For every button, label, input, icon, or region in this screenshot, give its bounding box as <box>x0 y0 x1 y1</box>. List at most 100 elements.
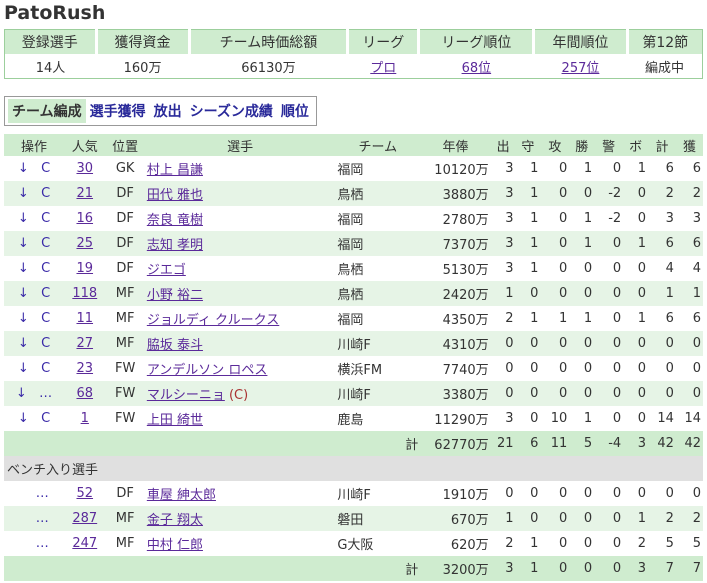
move-down-icon[interactable]: ↓ <box>18 286 29 301</box>
operation-cell: ↓ C <box>4 406 65 431</box>
move-down-icon[interactable]: ↓ <box>18 261 29 276</box>
player-name-link[interactable]: 中村 仁郎 <box>147 538 203 553</box>
popularity-link[interactable]: 247 <box>72 536 97 551</box>
move-down-icon[interactable]: ↓ <box>18 336 29 351</box>
stat-cell: 0 <box>569 481 595 506</box>
captain-button[interactable]: C <box>41 311 50 326</box>
stat-cell: 0 <box>515 481 541 506</box>
stat-cell: 5 <box>648 531 676 556</box>
popularity-link[interactable]: 11 <box>76 311 93 326</box>
salary-cell: 620万 <box>420 531 491 556</box>
popularity-link[interactable]: 16 <box>76 211 93 226</box>
stat-cell: 0 <box>675 381 703 406</box>
summary-value: プロ <box>347 54 419 79</box>
popularity-link[interactable]: 27 <box>76 336 93 351</box>
player-name-link[interactable]: アンデルソン ロペス <box>147 363 268 378</box>
stat-cell: 14 <box>648 406 676 431</box>
stat-cell: 0 <box>623 481 648 506</box>
tab-1[interactable]: 選手獲得 <box>86 99 150 123</box>
popularity-link[interactable]: 118 <box>72 286 97 301</box>
operation-cell: ↓ C <box>4 206 65 231</box>
summary-link[interactable]: 68位 <box>462 61 492 76</box>
summary-value: 160万 <box>96 54 190 79</box>
captain-button[interactable]: C <box>41 261 50 276</box>
player-name-link[interactable]: 車屋 紳太郎 <box>147 488 216 503</box>
position-cell: FW <box>105 381 145 406</box>
move-down-icon[interactable]: ↓ <box>18 411 29 426</box>
stat-cell: 0 <box>540 181 570 206</box>
move-down-icon[interactable]: ↓ <box>16 386 27 401</box>
tab-2[interactable]: 放出 <box>150 99 186 123</box>
move-down-icon[interactable]: ↓ <box>18 361 29 376</box>
captain-button[interactable]: C <box>41 411 50 426</box>
stat-cell: 0 <box>623 356 648 381</box>
stat-cell: 2 <box>675 506 703 531</box>
position-cell: MF <box>105 506 145 531</box>
player-name-link[interactable]: ジョルディ クルークス <box>147 313 279 328</box>
salary-cell: 4310万 <box>420 331 491 356</box>
total-label: 計 <box>4 431 421 456</box>
move-down-icon[interactable]: ↓ <box>18 186 29 201</box>
summary-link[interactable]: プロ <box>370 61 396 76</box>
captain-button[interactable]: C <box>41 286 50 301</box>
summary-value: 編成中 <box>627 54 703 79</box>
team-cell: 福岡 <box>335 206 421 231</box>
tab-3[interactable]: シーズン成績 <box>186 99 277 123</box>
more-icon[interactable]: … <box>36 511 49 526</box>
tab-0[interactable]: チーム編成 <box>8 99 86 123</box>
summary-link[interactable]: 257位 <box>562 61 600 76</box>
move-down-icon[interactable]: ↓ <box>18 211 29 226</box>
captain-button[interactable]: C <box>41 336 50 351</box>
popularity-link[interactable]: 1 <box>81 411 89 426</box>
stat-cell: 6 <box>648 231 676 256</box>
popularity-link[interactable]: 30 <box>76 161 93 176</box>
more-icon[interactable]: … <box>36 536 49 551</box>
stat-cell: 1 <box>515 206 541 231</box>
more-icon[interactable]: … <box>36 486 49 501</box>
player-name-link[interactable]: ジエゴ <box>147 263 186 278</box>
column-header: 選手 <box>144 134 336 156</box>
salary-cell: 1910万 <box>420 481 491 506</box>
stat-cell: 1 <box>515 256 541 281</box>
player-name-link[interactable]: 上田 綺世 <box>147 413 203 428</box>
stat-cell: 0 <box>594 156 624 181</box>
popularity-link[interactable]: 21 <box>76 186 93 201</box>
total-stat: 3 <box>623 556 648 581</box>
player-name-link[interactable]: 村上 昌謙 <box>147 163 203 178</box>
player-name-link[interactable]: 金子 翔太 <box>147 513 203 528</box>
popularity-link[interactable]: 25 <box>76 236 93 251</box>
stat-cell: 0 <box>515 356 541 381</box>
summary-value: 68位 <box>418 54 534 79</box>
player-name-link[interactable]: 志知 孝明 <box>147 238 203 253</box>
popularity-link[interactable]: 19 <box>76 261 93 276</box>
player-name-link[interactable]: 脇坂 泰斗 <box>147 338 203 353</box>
captain-button[interactable]: C <box>41 211 50 226</box>
popularity-cell: 68 <box>64 381 106 406</box>
roster-table: 操作 人気 位置 選手 チーム 年俸出守攻勝警ボ計獲 ↓ C 30 GK 村上 昌謙 福岡 1012… <box>4 134 703 581</box>
column-header: 操作 <box>4 134 65 156</box>
popularity-link[interactable]: 287 <box>72 511 97 526</box>
popularity-link[interactable]: 23 <box>76 361 93 376</box>
bench-header-row: ベンチ入り選手 <box>4 456 703 481</box>
stat-cell: 0 <box>675 356 703 381</box>
captain-button[interactable]: C <box>41 361 50 376</box>
captain-button[interactable]: C <box>41 186 50 201</box>
stat-cell: 0 <box>540 356 570 381</box>
salary-cell: 10120万 <box>420 156 491 181</box>
salary-cell: 11290万 <box>420 406 491 431</box>
player-name-link[interactable]: 田代 雅也 <box>147 188 203 203</box>
captain-badge: (C) <box>228 388 249 403</box>
more-icon[interactable]: … <box>39 386 52 401</box>
move-down-icon[interactable]: ↓ <box>18 236 29 251</box>
player-name-link[interactable]: 小野 裕二 <box>147 288 203 303</box>
popularity-link[interactable]: 68 <box>76 386 93 401</box>
player-name-link[interactable]: 奈良 竜樹 <box>147 213 203 228</box>
move-down-icon[interactable]: ↓ <box>18 161 29 176</box>
popularity-link[interactable]: 52 <box>76 486 93 501</box>
move-down-icon[interactable]: ↓ <box>18 311 29 326</box>
captain-button[interactable]: C <box>41 161 50 176</box>
captain-button[interactable]: C <box>41 236 50 251</box>
stat-cell: 0 <box>623 281 648 306</box>
tab-4[interactable]: 順位 <box>277 99 313 123</box>
player-name-link[interactable]: マルシーニョ <box>147 388 225 403</box>
